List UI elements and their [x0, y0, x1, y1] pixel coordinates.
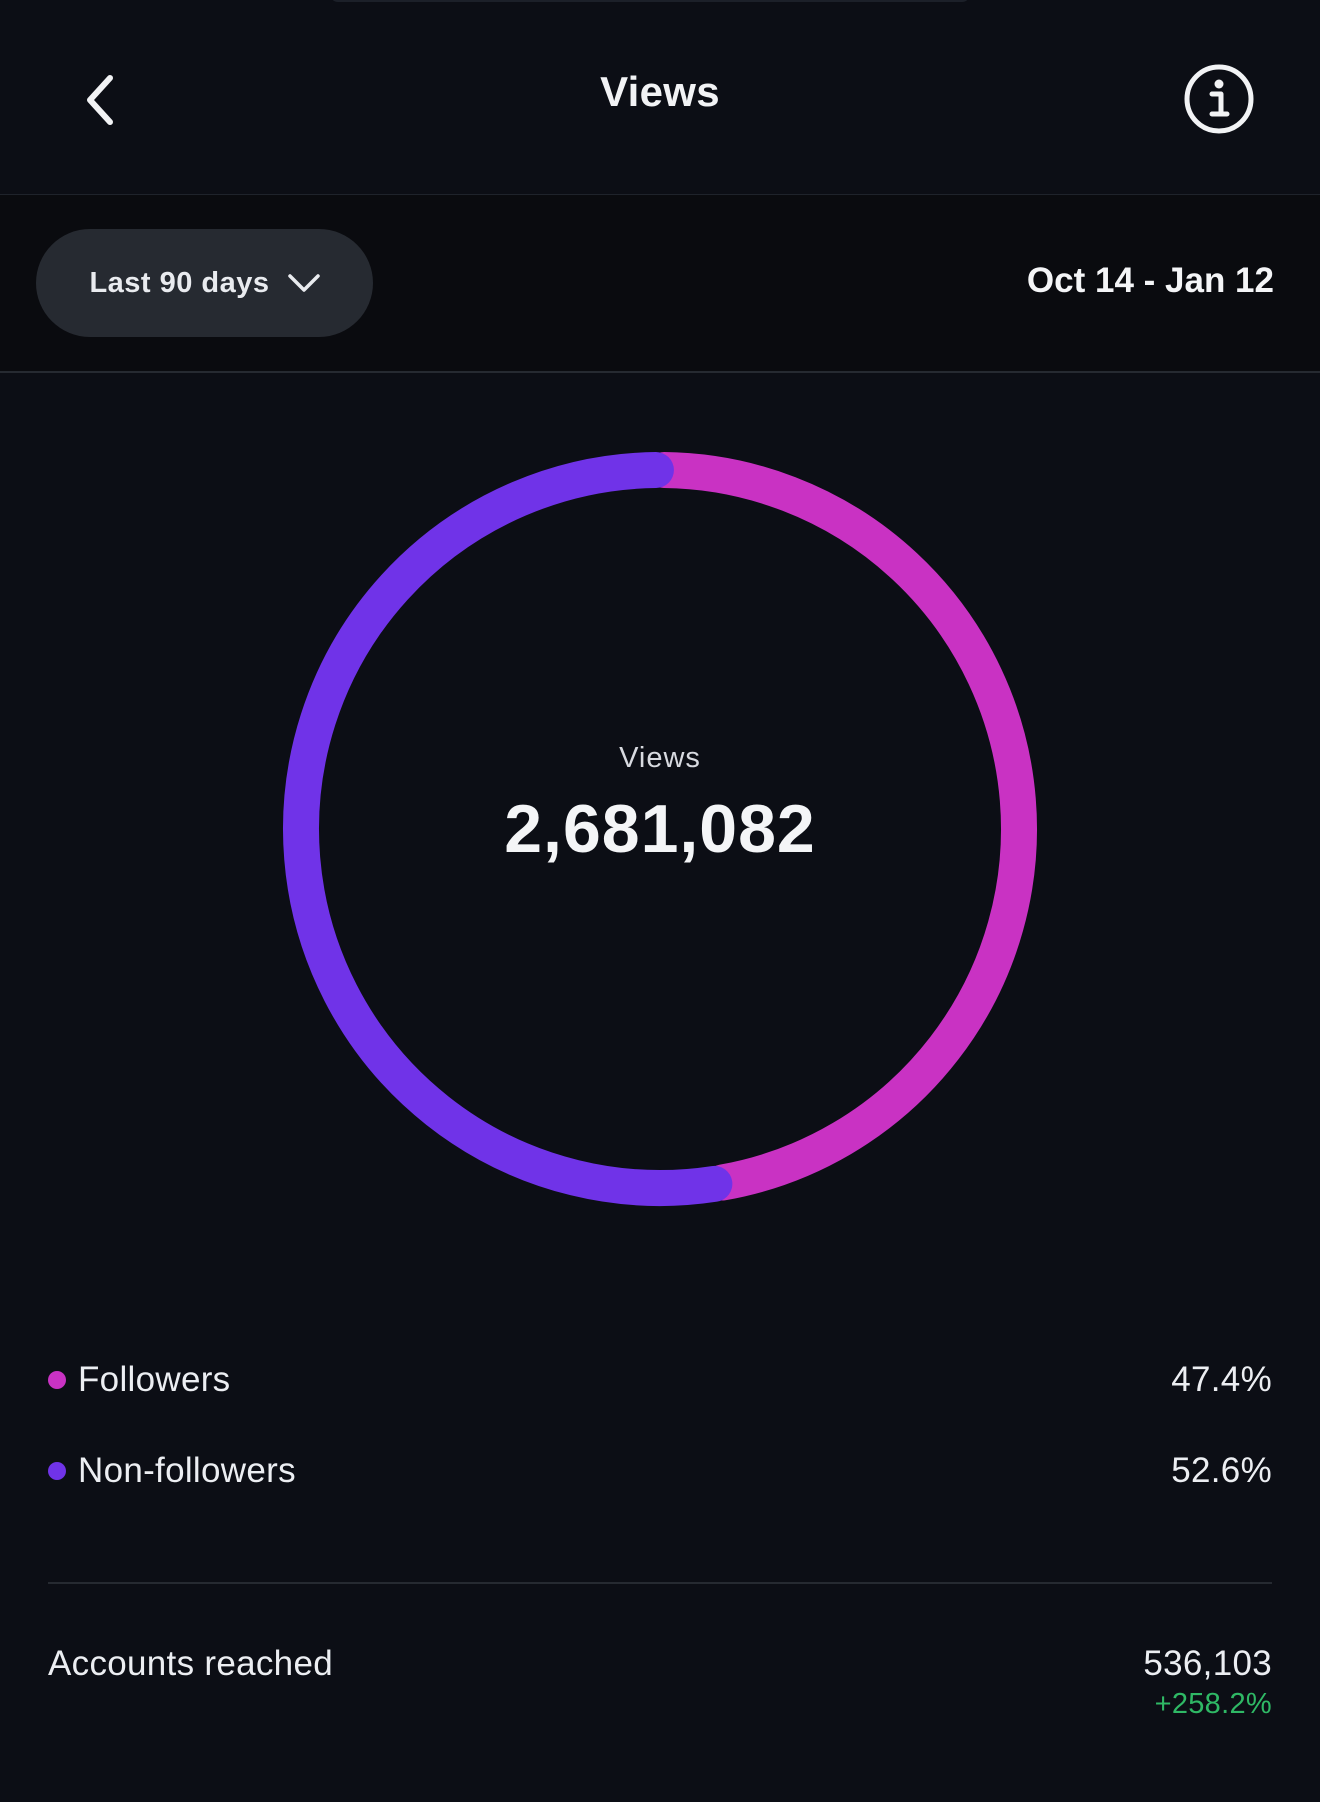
legend-label-non-followers: Non-followers [78, 1451, 296, 1490]
donut-center-label: Views [619, 742, 701, 774]
legend-value-followers: 47.4% [1171, 1360, 1272, 1399]
section-divider [48, 1582, 1272, 1584]
info-button[interactable] [1182, 62, 1256, 136]
accounts-reached-change: +258.2% [1154, 1688, 1272, 1720]
date-range-dropdown-label: Last 90 days [89, 266, 270, 299]
header: Views [0, 0, 1320, 195]
filter-bar: Last 90 days Oct 14 - Jan 12 [0, 195, 1320, 373]
legend-dot-non-followers [48, 1462, 66, 1480]
views-insights-screen: Views Last 90 days Oct 14 - Jan 12 Views… [0, 0, 1320, 1802]
legend-dot-followers [48, 1371, 66, 1389]
views-donut-chart: Views 2,681,082 [0, 372, 1320, 1272]
date-range-text: Oct 14 - Jan 12 [1026, 261, 1274, 300]
legend-label-followers: Followers [78, 1360, 231, 1399]
accounts-reached-label: Accounts reached [48, 1644, 333, 1683]
accounts-reached-row[interactable]: Accounts reached 536,103 +258.2% [48, 1640, 1272, 1730]
page-title: Views [600, 68, 720, 115]
donut-center-total: 2,681,082 [504, 791, 816, 867]
chevron-down-icon [287, 274, 320, 292]
legend-row-non-followers: Non-followers 52.6% [48, 1441, 1272, 1501]
date-range-dropdown[interactable]: Last 90 days [36, 229, 373, 337]
accounts-reached-value: 536,103 [1143, 1644, 1272, 1683]
info-icon [1184, 64, 1254, 134]
legend-row-followers: Followers 47.4% [48, 1350, 1272, 1410]
legend-value-non-followers: 52.6% [1171, 1451, 1272, 1490]
